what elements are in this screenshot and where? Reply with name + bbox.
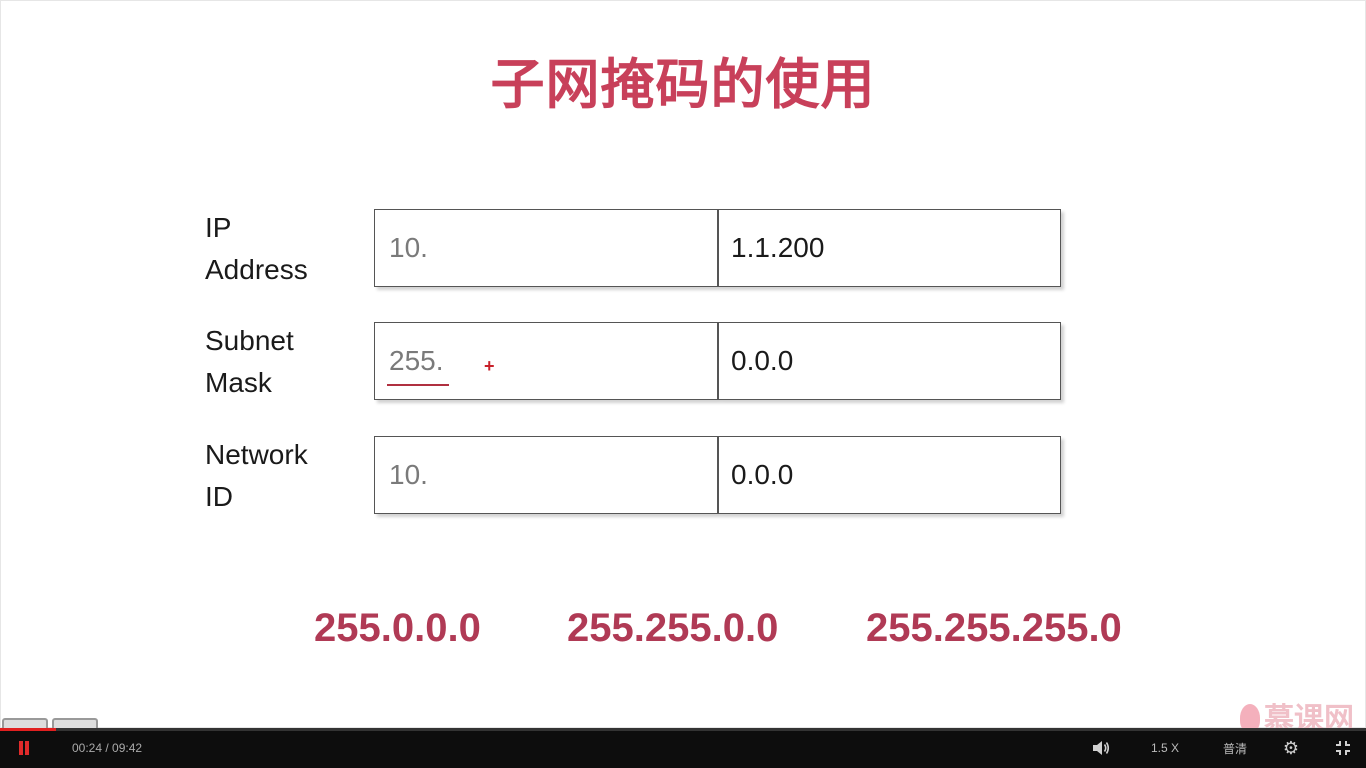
quality-button[interactable]: 普清: [1218, 728, 1252, 768]
video-frame[interactable]: 子网掩码的使用 IP Address 10. 1.1.200 Subnet Ma…: [0, 0, 1366, 737]
label-line: Network: [205, 439, 308, 470]
volume-button[interactable]: [1088, 728, 1114, 768]
cell-value: 1.1.200: [731, 232, 825, 263]
ip-host-part-cell: 1.1.200: [718, 209, 1061, 287]
video-control-bar: 00:24 / 09:42 1.5 X 普清 ⚙: [0, 728, 1366, 768]
pause-icon: [18, 741, 30, 755]
cell-value: 0.0.0: [731, 459, 794, 490]
exit-fullscreen-icon: [1336, 741, 1350, 755]
mask-class-b: 255.255.0.0: [567, 606, 779, 650]
netid-network-part-cell: 10.: [374, 436, 718, 514]
slide-title: 子网掩码的使用: [490, 53, 876, 116]
settings-gear-icon: ⚙: [1282, 737, 1300, 758]
row-label-subnet-mask: Subnet Mask: [205, 320, 294, 404]
settings-button[interactable]: ⚙: [1278, 728, 1304, 768]
mask-host-part-cell: 0.0.0: [718, 322, 1061, 400]
cell-value: 10.: [389, 232, 428, 263]
cell-value: 10.: [389, 459, 428, 490]
netid-host-part-cell: 0.0.0: [718, 436, 1061, 514]
label-line: ID: [205, 481, 233, 512]
mask-class-a: 255.0.0.0: [314, 606, 481, 650]
pointer-cursor-icon: +: [484, 356, 495, 376]
label-line: Mask: [205, 367, 272, 398]
label-line: IP: [205, 212, 232, 243]
pause-button[interactable]: [8, 728, 40, 768]
cell-value: 255.: [389, 345, 444, 376]
row-label-network-id: Network ID: [205, 434, 308, 518]
label-line: Subnet: [205, 325, 294, 356]
exit-fullscreen-button[interactable]: [1330, 728, 1356, 768]
annotation-underline: [387, 384, 449, 386]
ip-network-part-cell: 10.: [374, 209, 718, 287]
playback-speed-button[interactable]: 1.5 X: [1148, 728, 1182, 768]
mask-network-part-cell: 255.: [374, 322, 718, 400]
row-label-ip-address: IP Address: [205, 207, 308, 291]
time-display: 00:24 / 09:42: [72, 741, 143, 755]
cell-value: 0.0.0: [731, 345, 794, 376]
mask-class-c: 255.255.255.0: [866, 606, 1122, 650]
label-line: Address: [205, 254, 308, 285]
volume-icon: [1093, 741, 1110, 755]
